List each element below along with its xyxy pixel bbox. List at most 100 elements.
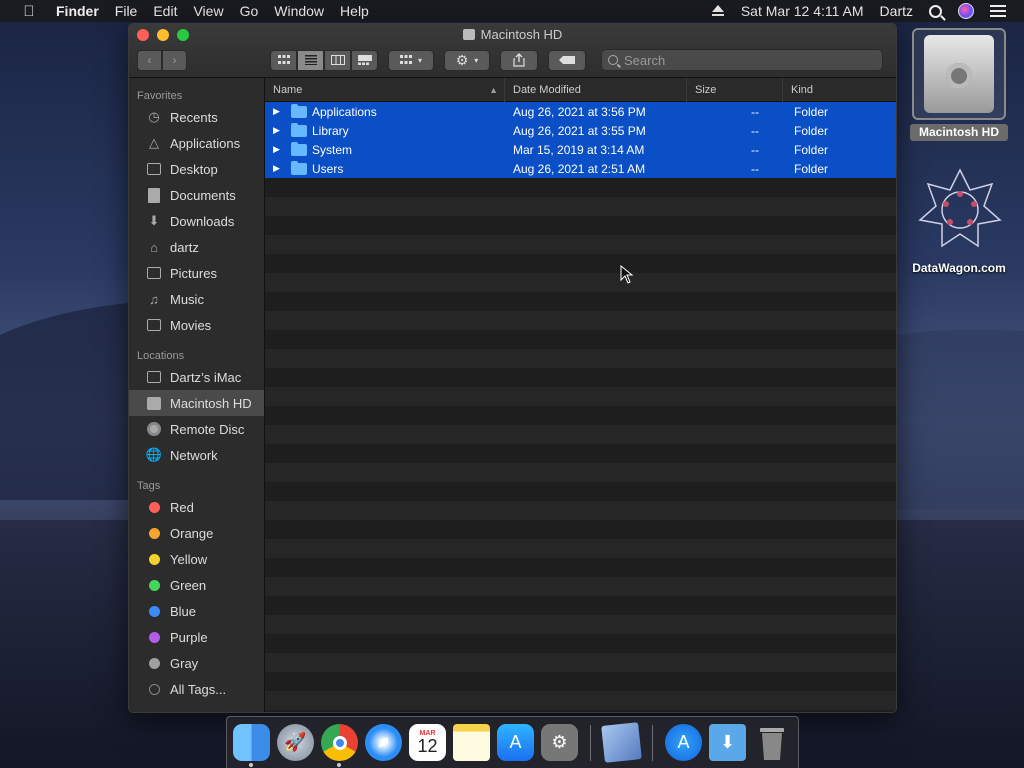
download-icon: ⬇ [148, 213, 160, 228]
notes-icon[interactable] [453, 724, 490, 761]
sidebar-tag-orange[interactable]: Orange [129, 520, 264, 546]
launchpad-icon[interactable]: 🚀 [277, 724, 314, 761]
eject-icon[interactable] [711, 5, 725, 17]
column-header-kind[interactable]: Kind [783, 78, 896, 102]
sidebar-tag-purple[interactable]: Purple [129, 624, 264, 650]
menubar-user[interactable]: Dartz [880, 3, 913, 19]
sidebar-item-label: Network [170, 447, 218, 463]
sidebar-item-label: Desktop [170, 161, 218, 177]
sidebar-tag-gray[interactable]: Gray [129, 650, 264, 676]
sidebar-item-pictures[interactable]: Pictures [129, 260, 264, 286]
empty-row [265, 216, 896, 235]
spotlight-icon[interactable] [929, 4, 942, 18]
trash-can-icon [759, 727, 784, 760]
camera-icon [146, 265, 162, 281]
sidebar-tag-alltags[interactable]: All Tags... [129, 676, 264, 702]
sidebar-item-documents[interactable]: Documents [129, 182, 264, 208]
app-store-icon[interactable]: A [497, 724, 534, 761]
action-button[interactable]: ⚙ ▾ [444, 49, 490, 71]
group-by-button[interactable]: ▾ [388, 49, 434, 71]
hard-drive-icon [462, 29, 475, 40]
cell-date: Aug 26, 2021 at 2:51 AM [513, 161, 646, 176]
running-indicator [337, 763, 341, 767]
notification-center-icon[interactable] [990, 5, 1006, 17]
trash-icon[interactable] [753, 724, 790, 761]
globe-icon: 🌐 [145, 447, 163, 462]
sidebar-tag-red[interactable]: Red [129, 494, 264, 520]
forward-button[interactable]: › [162, 49, 187, 71]
gallery-view-button[interactable] [351, 49, 378, 71]
sidebar-tag-green[interactable]: Green [129, 572, 264, 598]
finder-icon[interactable] [233, 724, 270, 767]
file-name: Library [312, 123, 349, 138]
applications-stack-icon[interactable]: A [665, 724, 702, 761]
desktop-macintosh-hd-label[interactable]: Macintosh HD [910, 124, 1008, 141]
column-header-date[interactable]: Date Modified [505, 77, 687, 102]
menubar-clock[interactable]: Sat Mar 12 4:11 AM [741, 3, 864, 19]
nav-buttons: ‹ › [137, 49, 187, 71]
menu-app-name[interactable]: Finder [56, 3, 99, 19]
table-row[interactable]: ▶ Applications Aug 26, 2021 at 3:56 PM -- Fo… [265, 102, 896, 121]
sidebar-item-macintosh-hd[interactable]: Macintosh HD [129, 390, 264, 416]
sidebar-item-label: Yellow [170, 551, 208, 567]
datawagon-icon[interactable] [918, 168, 1002, 252]
disclosure-triangle-icon[interactable]: ▶ [273, 144, 287, 155]
sidebar-item-network[interactable]: 🌐 Network [129, 442, 264, 468]
preview-icon[interactable] [601, 722, 642, 763]
menu-go[interactable]: Go [240, 3, 259, 19]
sidebar-item-remote-disc[interactable]: Remote Disc [129, 416, 264, 442]
chrome-icon[interactable] [321, 724, 358, 767]
sidebar-tag-blue[interactable]: Blue [129, 598, 264, 624]
siri-icon[interactable] [958, 3, 974, 19]
edit-tags-button[interactable] [548, 49, 586, 71]
tag-color-dot-icon [149, 683, 160, 695]
clock-icon: ◷ [148, 109, 160, 124]
sidebar-item-downloads[interactable]: ⬇ Downloads [129, 208, 264, 234]
tag-color-dot-icon [149, 579, 160, 591]
sidebar-item-imac[interactable]: Dartz’s iMac [129, 364, 264, 390]
sidebar-tag-yellow[interactable]: Yellow [129, 546, 264, 572]
desktop-macintosh-hd-icon[interactable] [912, 28, 1006, 120]
sidebar-item-recents[interactable]: ◷ Recents [129, 104, 264, 130]
empty-row [265, 691, 896, 710]
calendar-icon[interactable]: MAR 12 [409, 724, 446, 761]
disclosure-triangle-icon[interactable]: ▶ [273, 106, 287, 117]
apple-menu-icon[interactable]:  [18, 3, 40, 20]
search-field[interactable] [601, 49, 883, 71]
column-header-size[interactable]: Size [687, 77, 783, 102]
menu-view[interactable]: View [193, 3, 223, 19]
menu-edit[interactable]: Edit [153, 3, 177, 19]
downloads-stack-icon[interactable]: ⬇ [709, 724, 746, 761]
menu-help[interactable]: Help [340, 3, 369, 19]
imac-icon [146, 369, 162, 385]
disclosure-triangle-icon[interactable]: ▶ [273, 163, 287, 174]
search-input[interactable] [624, 52, 864, 68]
sidebar-item-home[interactable]: ⌂ dartz [129, 234, 264, 260]
empty-row [265, 558, 896, 577]
sidebar-item-music[interactable]: ♫ Music [129, 286, 264, 312]
disclosure-triangle-icon[interactable]: ▶ [273, 125, 287, 136]
sidebar-item-label: Applications [170, 135, 241, 151]
back-button[interactable]: ‹ [137, 49, 162, 71]
table-row[interactable]: ▶ System Mar 15, 2019 at 3:14 AM -- Folder [265, 140, 896, 159]
icon-view-button[interactable] [270, 49, 297, 71]
system-preferences-icon[interactable]: ⚙ [541, 724, 578, 761]
sidebar-item-label: Blue [170, 603, 197, 619]
table-row[interactable]: ▶ Library Aug 26, 2021 at 3:55 PM -- Folder [265, 121, 896, 140]
list-view-button[interactable] [297, 49, 324, 71]
cell-size: -- [751, 161, 759, 176]
empty-row [265, 539, 896, 558]
safari-icon[interactable]: ➚ [365, 724, 402, 761]
menu-window[interactable]: Window [274, 3, 324, 19]
titlebar[interactable]: Macintosh HD ‹ › ▾ ⚙ ▾ Search [129, 24, 896, 78]
file-list: Name ▲ Date Modified Size Kind ▶ Applicati… [265, 77, 896, 712]
sidebar-item-desktop[interactable]: Desktop [129, 156, 264, 182]
sidebar-item-applications[interactable]: △ Applications [129, 130, 264, 156]
column-view-button[interactable] [324, 49, 351, 71]
share-button[interactable] [500, 49, 538, 71]
column-header-name[interactable]: Name ▲ [265, 77, 505, 102]
desktop-datawagon-label[interactable]: DataWagon.com [900, 261, 1018, 275]
table-row[interactable]: ▶ Users Aug 26, 2021 at 2:51 AM -- Folder [265, 159, 896, 178]
sidebar-item-movies[interactable]: Movies [129, 312, 264, 338]
menu-file[interactable]: File [115, 3, 138, 19]
